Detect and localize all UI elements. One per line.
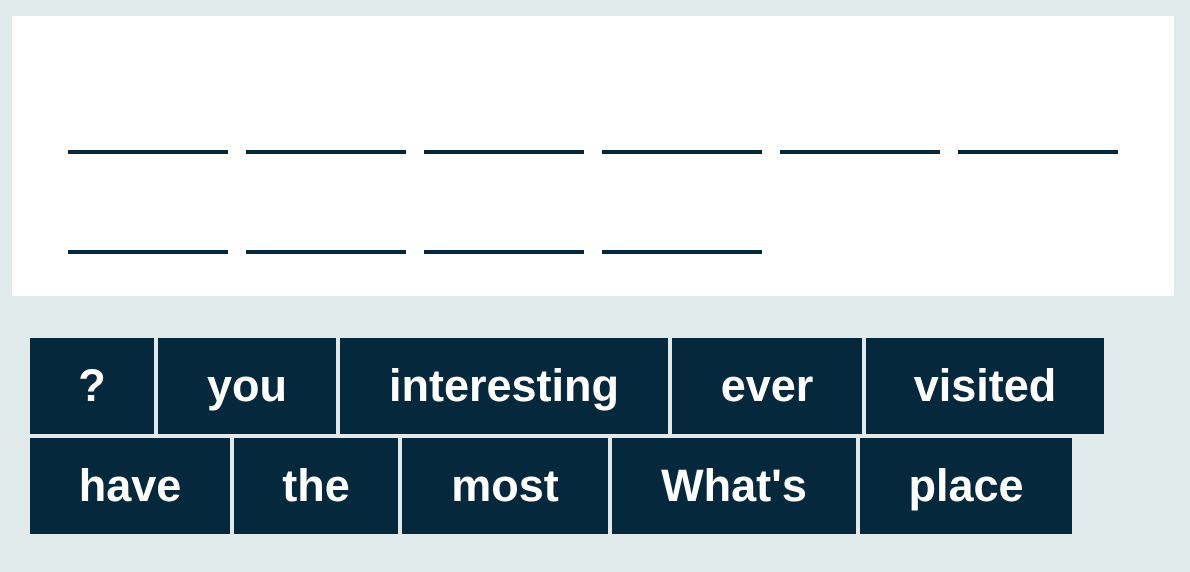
answer-blank[interactable] — [958, 150, 1118, 154]
answer-blank[interactable] — [424, 250, 584, 254]
answer-blank[interactable] — [602, 150, 762, 154]
answer-blank[interactable] — [602, 250, 762, 254]
word-tile-interesting[interactable]: interesting — [340, 338, 668, 434]
word-tile-place[interactable]: place — [860, 438, 1072, 534]
answer-blank[interactable] — [68, 150, 228, 154]
word-tile-have[interactable]: have — [30, 438, 230, 534]
word-bank: ? you interesting ever visited have the … — [30, 338, 1160, 538]
answer-blank[interactable] — [246, 250, 406, 254]
word-tile-question-mark[interactable]: ? — [30, 338, 154, 434]
word-tile-ever[interactable]: ever — [672, 338, 862, 434]
answer-blank[interactable] — [68, 250, 228, 254]
answer-blank[interactable] — [424, 150, 584, 154]
word-tile-the[interactable]: the — [234, 438, 398, 534]
answer-area — [12, 16, 1174, 296]
answer-blank[interactable] — [246, 150, 406, 154]
word-tile-you[interactable]: you — [158, 338, 336, 434]
word-tile-whats[interactable]: What's — [612, 438, 856, 534]
word-tile-visited[interactable]: visited — [866, 338, 1104, 434]
word-tile-most[interactable]: most — [402, 438, 608, 534]
answer-blank[interactable] — [780, 150, 940, 154]
